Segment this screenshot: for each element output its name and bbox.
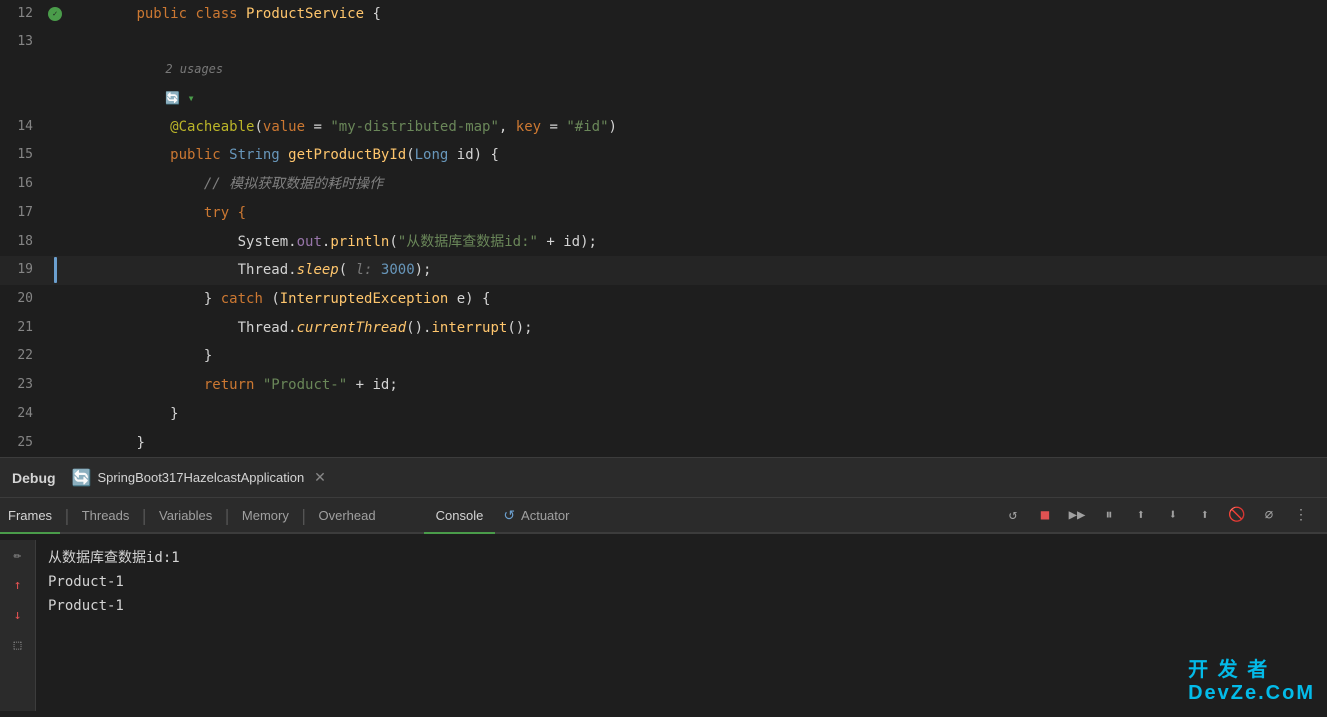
line-gutter-19: [45, 257, 65, 283]
line-number-25: 25: [0, 430, 45, 456]
sep-3: |: [222, 506, 232, 525]
sep-4: |: [299, 506, 309, 525]
line-number-21: 21: [0, 315, 45, 341]
line-number-18: 18: [0, 229, 45, 255]
line-number-13: 13: [0, 29, 45, 55]
mute-breakpoints-btn[interactable]: 🚫: [1223, 501, 1251, 529]
line-number-24: 24: [0, 401, 45, 427]
actuator-icon: ↺: [503, 507, 515, 524]
clear-btn[interactable]: ⌀: [1255, 501, 1283, 529]
expand-btn[interactable]: ⬚: [7, 634, 29, 656]
tab-console[interactable]: Console: [424, 498, 496, 534]
keyword-class: class: [195, 6, 246, 22]
line-number-22: 22: [0, 343, 45, 369]
sep-2: |: [139, 506, 149, 525]
actuator-label: Actuator: [521, 508, 569, 523]
close-tab-icon[interactable]: ✕: [314, 469, 326, 486]
tab-threads[interactable]: Threads: [74, 498, 138, 534]
sep-1: |: [62, 506, 72, 525]
console-sidebar: ✏ ↑ ↓ ⬚ 从数据库查数据id:1 Product-1 Product-1: [0, 540, 1327, 711]
line-number-12: 12: [0, 1, 45, 27]
tab-variables[interactable]: Variables: [151, 498, 220, 534]
resume-btn[interactable]: ▶▶: [1063, 501, 1091, 529]
debug-panel: Debug 🔄 SpringBoot317HazelcastApplicatio…: [0, 457, 1327, 717]
tab-memory[interactable]: Memory: [234, 498, 297, 534]
session-icon: 🔄: [72, 468, 92, 488]
debug-toolbar-icons: ↺ ■ ▶▶ ⏸ ⬆ ⬇ ⬆ 🚫 ⌀ ⋮: [999, 501, 1327, 529]
actuator-btn[interactable]: ↺ Actuator: [495, 507, 577, 524]
line-number-20: 20: [0, 286, 45, 312]
line-number-23: 23: [0, 372, 45, 398]
debug-title: Debug: [12, 470, 56, 486]
line-number-19: 19: [0, 257, 45, 283]
console-line-2: Product-1: [48, 570, 1315, 594]
line-gutter-12[interactable]: ✓: [45, 7, 65, 21]
session-label: SpringBoot317HazelcastApplication: [97, 470, 304, 485]
edit-icon-btn[interactable]: ✏: [7, 544, 29, 566]
class-name: ProductService: [246, 6, 372, 22]
step-over-btn[interactable]: ⬆: [1127, 501, 1155, 529]
brace-open: {: [372, 6, 380, 22]
tab-overhead[interactable]: Overhead: [311, 498, 384, 534]
keyword-public: public: [136, 6, 195, 22]
green-dot-icon: ✓: [48, 7, 62, 21]
debug-tabs-bar: Frames | Threads | Variables | Memory | …: [0, 498, 1327, 534]
pause-btn[interactable]: ⏸: [1095, 501, 1123, 529]
refresh-btn[interactable]: ↺: [999, 501, 1027, 529]
code-line-25: 25 }: [0, 428, 1327, 457]
debug-header: Debug 🔄 SpringBoot317HazelcastApplicatio…: [0, 458, 1327, 498]
line-number-14: 14: [0, 114, 45, 140]
line-number-17: 17: [0, 200, 45, 226]
step-out-btn[interactable]: ⬆: [1191, 501, 1219, 529]
brace-close-25: }: [136, 435, 144, 451]
stop-btn[interactable]: ■: [1031, 501, 1059, 529]
line-number-16: 16: [0, 171, 45, 197]
code-line-12: 12 ✓ public class ProductService {: [0, 0, 1327, 29]
down-arrow-btn[interactable]: ↓: [7, 604, 29, 626]
console-text-area: 从数据库查数据id:1 Product-1 Product-1: [36, 540, 1327, 711]
editor-area: 12 ✓ public class ProductService { 13 2 …: [0, 0, 1327, 457]
exec-marker: [54, 257, 57, 283]
line-content-25: }: [65, 404, 1327, 457]
step-into-btn[interactable]: ⬇: [1159, 501, 1187, 529]
tab-frames[interactable]: Frames: [0, 498, 60, 534]
console-line-1: 从数据库查数据id:1: [48, 546, 1315, 570]
console-output-area: ✏ ↑ ↓ ⬚ 从数据库查数据id:1 Product-1 Product-1: [0, 534, 1327, 717]
line-number-15: 15: [0, 142, 45, 168]
more-btn[interactable]: ⋮: [1287, 501, 1315, 529]
up-arrow-btn[interactable]: ↑: [7, 574, 29, 596]
code-container: 12 ✓ public class ProductService { 13 2 …: [0, 0, 1327, 457]
console-left-bar: ✏ ↑ ↓ ⬚: [0, 540, 36, 711]
session-tab[interactable]: 🔄 SpringBoot317HazelcastApplication ✕: [72, 468, 326, 488]
console-line-3: Product-1: [48, 594, 1315, 618]
